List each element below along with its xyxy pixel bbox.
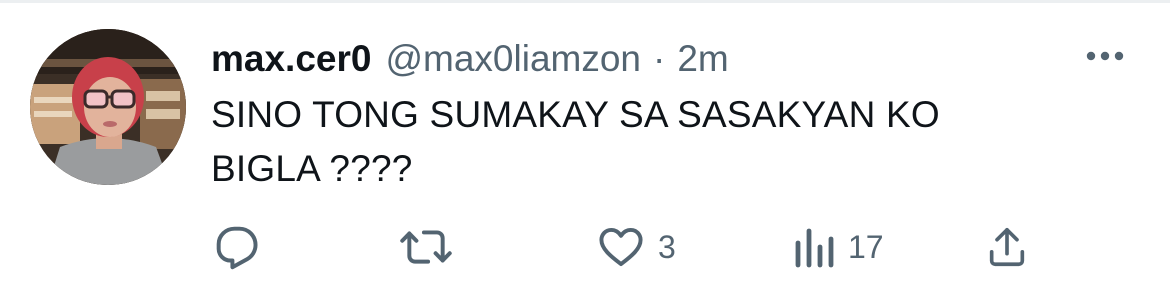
share-button[interactable] bbox=[984, 222, 1042, 272]
retweet-icon bbox=[400, 230, 452, 264]
like-count: 3 bbox=[658, 229, 676, 265]
reply-icon bbox=[216, 226, 258, 270]
retweet-button[interactable] bbox=[398, 222, 466, 272]
timestamp[interactable]: 2m bbox=[677, 36, 728, 82]
reply-button[interactable] bbox=[212, 222, 274, 272]
views-count: 17 bbox=[848, 229, 884, 265]
views-icon bbox=[795, 228, 834, 268]
like-button[interactable]: 3 bbox=[596, 222, 676, 272]
tweet-actions-bar: 3 17 bbox=[0, 222, 1170, 272]
more-options-button[interactable] bbox=[1082, 40, 1128, 72]
separator-dot: · bbox=[653, 38, 666, 79]
share-icon bbox=[989, 227, 1025, 267]
heart-icon bbox=[599, 227, 643, 267]
tweet-text: SINO TONG SUMAKAY SA SASAKYAN KO BIGLA ?… bbox=[211, 94, 940, 189]
display-name[interactable]: max.cer0 bbox=[211, 36, 371, 82]
more-dots-icon bbox=[1086, 51, 1124, 61]
avatar[interactable] bbox=[30, 29, 186, 185]
tweet-header: max.cer0 @max0liamzon · 2m bbox=[211, 36, 729, 82]
user-handle[interactable]: @max0liamzon bbox=[385, 36, 641, 82]
top-divider bbox=[0, 0, 1170, 3]
views-button[interactable]: 17 bbox=[792, 222, 884, 272]
avatar-photo bbox=[30, 29, 186, 185]
